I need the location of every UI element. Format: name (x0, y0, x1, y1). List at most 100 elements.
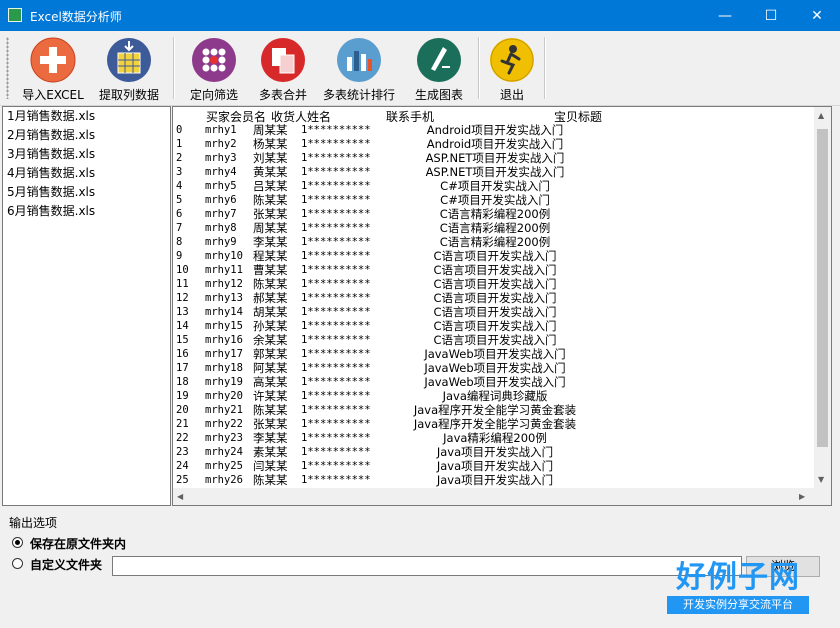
table-row[interactable]: 2 mrhy3 刘某某 1********** ASP.NET项目开发实战入门 (173, 151, 813, 165)
custom-folder-radio[interactable] (12, 558, 23, 569)
file-list-item[interactable]: 3月销售数据.xls (3, 145, 170, 164)
toolbar-separator (478, 37, 479, 99)
file-list[interactable]: 1月销售数据.xls 2月销售数据.xls 3月销售数据.xls 4月销售数据.… (2, 106, 171, 506)
buyer-cell: mrhy6 (205, 194, 237, 206)
phone-cell: 1********** (301, 306, 371, 318)
row-index: 17 (176, 362, 189, 374)
watermark-brand: 好例子网 (676, 560, 800, 595)
receiver-cell: 刘某某 (253, 151, 288, 165)
close-button[interactable]: ✕ (794, 0, 840, 31)
buyer-cell: mrhy15 (205, 320, 243, 332)
table-row[interactable]: 9 mrhy10 程某某 1********** C语言项目开发实战入门 (173, 249, 813, 263)
table-row[interactable]: 14 mrhy15 孙某某 1********** C语言项目开发实战入门 (173, 319, 813, 333)
table-row[interactable]: 24 mrhy25 闫某某 1********** Java项目开发实战入门 (173, 459, 813, 473)
output-options-label: 输出选项 (9, 516, 58, 530)
plus-icon (30, 37, 76, 83)
vertical-scrollbar[interactable]: ▲ ▼ (814, 107, 831, 489)
table-row[interactable]: 6 mrhy7 张某某 1********** C语言精彩编程200例 (173, 207, 813, 221)
maximize-button[interactable]: ☐ (748, 0, 794, 31)
table-row[interactable]: 18 mrhy19 高某某 1********** JavaWeb项目开发实战入门 (173, 375, 813, 389)
extract-columns-button[interactable]: 提取列数据 (93, 37, 165, 103)
table-row[interactable]: 23 mrhy24 素某某 1********** Java项目开发实战入门 (173, 445, 813, 459)
phone-cell: 1********** (301, 264, 371, 276)
table-row[interactable]: 13 mrhy14 胡某某 1********** C语言项目开发实战入门 (173, 305, 813, 319)
buyer-cell: mrhy4 (205, 166, 237, 178)
file-list-item[interactable]: 6月销售数据.xls (3, 202, 170, 221)
toolbar: 导入EXCEL 提取列数据 定向筛选 多表合并 多表统计排行 生成图表 退出 (0, 31, 840, 106)
table-row[interactable]: 4 mrhy5 吕某某 1********** C#项目开发实战入门 (173, 179, 813, 193)
phone-cell: 1********** (301, 348, 371, 360)
buyer-cell: mrhy7 (205, 208, 237, 220)
table-row[interactable]: 10 mrhy11 曹某某 1********** C语言项目开发实战入门 (173, 263, 813, 277)
phone-cell: 1********** (301, 250, 371, 262)
scroll-thumb[interactable] (817, 129, 828, 447)
keep-folder-label[interactable]: 保存在原文件夹内 (30, 535, 126, 552)
table-row[interactable]: 25 mrhy26 陈某某 1********** Java项目开发实战入门 (173, 473, 813, 487)
window-title: Excel数据分析师 (30, 10, 122, 24)
table-row[interactable]: 7 mrhy8 周某某 1********** C语言精彩编程200例 (173, 221, 813, 235)
receiver-cell: 陈某某 (253, 403, 288, 417)
receiver-cell: 程某某 (253, 249, 288, 263)
title-cell: C语言项目开发实战入门 (433, 291, 557, 305)
exit-button[interactable]: 退出 (486, 37, 538, 103)
keep-folder-radio[interactable] (12, 537, 23, 548)
exit-label: 退出 (499, 88, 524, 102)
row-index: 7 (176, 222, 183, 234)
table-row[interactable]: 17 mrhy18 阿某某 1********** JavaWeb项目开发实战入门 (173, 361, 813, 375)
phone-cell: 1********** (301, 124, 371, 136)
horizontal-scrollbar[interactable]: ◀ ▶ (173, 488, 814, 505)
multi-sheet-ranking-label: 多表统计排行 (322, 88, 395, 102)
custom-folder-label[interactable]: 自定义文件夹 (30, 556, 102, 573)
scroll-right-icon[interactable]: ▶ (799, 492, 805, 501)
table-row[interactable]: 20 mrhy21 陈某某 1********** Java程序开发全能学习黄金套装 (173, 403, 813, 417)
data-grid[interactable]: 买家会员名 收货人姓名 联系手机 宝贝标题 0 mrhy1 周某某 1********… (172, 106, 832, 506)
file-list-item[interactable]: 2月销售数据.xls (3, 126, 170, 145)
row-index: 21 (176, 418, 189, 430)
table-row[interactable]: 5 mrhy6 陈某某 1********** C#项目开发实战入门 (173, 193, 813, 207)
filter-button[interactable]: 定向筛选 (182, 37, 246, 103)
folder-path-input[interactable] (112, 556, 742, 576)
receiver-cell: 曹某某 (253, 263, 288, 277)
file-list-item[interactable]: 4月销售数据.xls (3, 164, 170, 183)
generate-chart-button[interactable]: 生成图表 (410, 37, 468, 103)
buyer-cell: mrhy8 (205, 222, 237, 234)
receiver-cell: 杨某某 (253, 137, 288, 151)
table-row[interactable]: 0 mrhy1 周某某 1********** Android项目开发实战入门 (173, 123, 813, 137)
row-index: 23 (176, 446, 189, 458)
title-bar: Excel数据分析师 — ☐ ✕ (0, 0, 840, 31)
receiver-cell: 阿某某 (253, 361, 288, 375)
app-icon (8, 8, 22, 22)
multi-sheet-ranking-button[interactable]: 多表统计排行 (320, 37, 398, 103)
scroll-left-icon[interactable]: ◀ (177, 492, 183, 501)
merge-sheets-button[interactable]: 多表合并 (252, 37, 314, 103)
receiver-cell: 陈某某 (253, 277, 288, 291)
grid-header: 买家会员名 收货人姓名 联系手机 宝贝标题 (173, 107, 813, 124)
title-cell: Java程序开发全能学习黄金套装 (413, 403, 577, 417)
file-list-item[interactable]: 1月销售数据.xls (3, 107, 170, 126)
table-row[interactable]: 11 mrhy12 陈某某 1********** C语言项目开发实战入门 (173, 277, 813, 291)
receiver-cell: 郭某某 (253, 347, 288, 361)
scroll-down-icon[interactable]: ▼ (818, 475, 824, 484)
row-index: 24 (176, 460, 189, 472)
buyer-cell: mrhy20 (205, 390, 243, 402)
receiver-cell: 胡某某 (253, 305, 288, 319)
scroll-up-icon[interactable]: ▲ (818, 111, 824, 120)
table-row[interactable]: 16 mrhy17 郭某某 1********** JavaWeb项目开发实战入门 (173, 347, 813, 361)
buyer-cell: mrhy13 (205, 292, 243, 304)
table-row[interactable]: 15 mrhy16 余某某 1********** C语言项目开发实战入门 (173, 333, 813, 347)
table-row[interactable]: 19 mrhy20 许某某 1********** Java编程词典珍藏版 (173, 389, 813, 403)
file-list-item[interactable]: 5月销售数据.xls (3, 183, 170, 202)
title-cell: Java编程词典珍藏版 (442, 389, 548, 403)
phone-cell: 1********** (301, 418, 371, 430)
table-row[interactable]: 22 mrhy23 李某某 1********** Java精彩编程200例 (173, 431, 813, 445)
receiver-cell: 余某某 (253, 333, 288, 347)
row-index: 9 (176, 250, 183, 262)
import-excel-button[interactable]: 导入EXCEL (18, 37, 88, 103)
title-cell: Java项目开发实战入门 (436, 459, 554, 473)
table-row[interactable]: 3 mrhy4 黄某某 1********** ASP.NET项目开发实战入门 (173, 165, 813, 179)
table-row[interactable]: 1 mrhy2 杨某某 1********** Android项目开发实战入门 (173, 137, 813, 151)
minimize-button[interactable]: — (702, 0, 748, 31)
table-row[interactable]: 8 mrhy9 李某某 1********** C语言精彩编程200例 (173, 235, 813, 249)
table-row[interactable]: 12 mrhy13 郝某某 1********** C语言项目开发实战入门 (173, 291, 813, 305)
table-row[interactable]: 21 mrhy22 张某某 1********** Java程序开发全能学习黄金套装 (173, 417, 813, 431)
